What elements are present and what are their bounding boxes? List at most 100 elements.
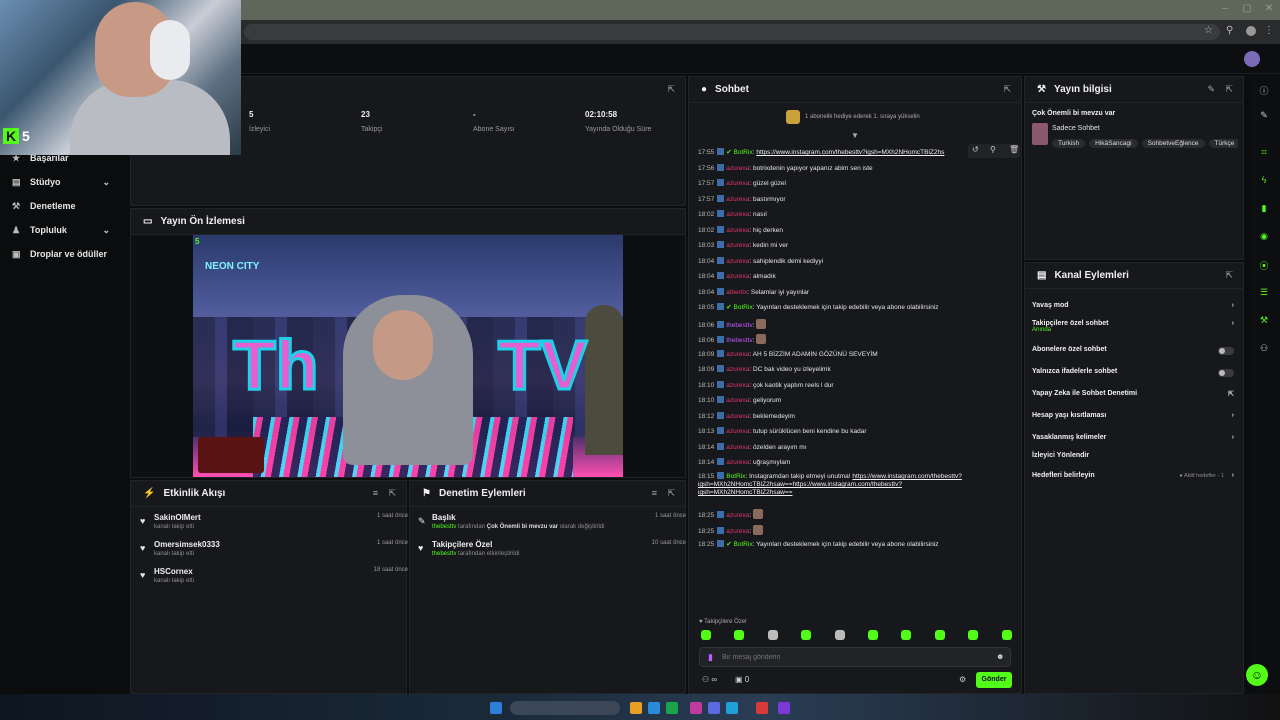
emote-icon[interactable] bbox=[767, 630, 778, 640]
channel-action-item[interactable]: İzleyici Yönlendir bbox=[1032, 452, 1242, 468]
stream-preview[interactable]: NEON CITY Th TV 5 bbox=[193, 235, 623, 477]
app-icon[interactable] bbox=[756, 702, 768, 714]
chat-username[interactable]: azurexa bbox=[726, 258, 749, 265]
moderation-user[interactable]: thebesttv bbox=[432, 551, 456, 557]
app-icon[interactable] bbox=[648, 702, 660, 714]
chat-username[interactable]: azurexa bbox=[726, 273, 749, 280]
chat-username[interactable]: azurexa bbox=[726, 413, 749, 420]
expand-icon[interactable]: ⇱ bbox=[667, 84, 675, 95]
emote-icon[interactable] bbox=[734, 630, 745, 640]
settings-icon[interactable]: ⚙ bbox=[959, 675, 966, 684]
channel-action-item[interactable]: Takipçilere özel sohbet Anında › bbox=[1032, 320, 1242, 336]
gift-banner[interactable]: 1 abonelik hediye ederek 1. sıraya yükse… bbox=[805, 114, 920, 120]
expand-icon[interactable]: ⇱ bbox=[1225, 84, 1233, 95]
emote-icon[interactable] bbox=[934, 630, 945, 640]
chat-username[interactable]: azurexa bbox=[726, 180, 749, 187]
chat-link[interactable]: igsh=MXh2NHomcTBlZ2hsaw==https://www.ins… bbox=[698, 481, 902, 488]
maximize-icon[interactable]: ▢ bbox=[1240, 3, 1254, 17]
chat-username[interactable]: BotRix bbox=[726, 473, 745, 480]
tag[interactable]: SohbetveEğlence bbox=[1141, 139, 1205, 148]
chat-username[interactable]: azurexa bbox=[726, 512, 749, 519]
edit-icon[interactable]: ✎ bbox=[1207, 84, 1215, 95]
expand-icon[interactable]: ⇱ bbox=[388, 488, 396, 499]
wrench-icon[interactable]: ⚒ bbox=[1258, 315, 1270, 327]
emote-icon[interactable] bbox=[968, 630, 979, 640]
chat-username[interactable]: azurexa bbox=[726, 351, 749, 358]
close-icon[interactable]: ✕ bbox=[1262, 3, 1276, 17]
chat-username[interactable]: BotRix bbox=[734, 149, 753, 156]
channel-action-item[interactable]: Abonelere özel sohbet bbox=[1032, 346, 1242, 362]
chat-link[interactable]: https://www.instagram.com/thebesttv? bbox=[852, 473, 961, 480]
channel-action-item[interactable]: Hedefleri belirleyin ● Aktif hedefler - 1… bbox=[1032, 472, 1242, 488]
chat-username[interactable]: azurexa bbox=[726, 459, 749, 466]
channel-action-item[interactable]: Yasaklanmış kelimeler › bbox=[1032, 434, 1242, 450]
chat-link[interactable]: igsh=MXh2NHomcTBlZ2hsaw== bbox=[698, 489, 792, 496]
app-icon[interactable] bbox=[690, 702, 702, 714]
url-input[interactable] bbox=[244, 24, 1220, 40]
menu-icon[interactable]: ⋮ bbox=[1264, 25, 1274, 36]
app-icon[interactable] bbox=[778, 702, 790, 714]
bolt-icon[interactable]: ϟ bbox=[1258, 175, 1270, 187]
chat-bubble-icon[interactable]: ◉ bbox=[1258, 231, 1270, 243]
avatar[interactable] bbox=[1244, 51, 1260, 67]
chat-username[interactable]: azurexa bbox=[726, 428, 749, 435]
chevron-down-icon[interactable]: ▼ bbox=[851, 131, 859, 140]
chat-username[interactable]: azurexa bbox=[726, 382, 749, 389]
chat-username[interactable]: albertix bbox=[726, 289, 747, 296]
toggle-switch[interactable] bbox=[1218, 347, 1234, 355]
chat-username[interactable]: thebesttv bbox=[726, 337, 752, 344]
channel-action-item[interactable]: Yalnızca ifadelerle sohbet bbox=[1032, 368, 1242, 384]
chat-username[interactable]: azurexa bbox=[726, 444, 749, 451]
chat-username[interactable]: azurexa bbox=[726, 196, 749, 203]
activity-user[interactable]: SakinOlMert bbox=[154, 513, 201, 522]
trash-icon[interactable]: 🗑 bbox=[1009, 145, 1019, 154]
chat-link[interactable]: https://www.instagram.com/thebesttv?igsh… bbox=[756, 149, 944, 156]
star-icon[interactable]: ☆ bbox=[1204, 25, 1213, 36]
chat-username[interactable]: azurexa bbox=[726, 397, 749, 404]
mic-icon[interactable]: ▮ bbox=[708, 652, 713, 663]
toggle-switch[interactable] bbox=[1218, 369, 1234, 377]
users-icon[interactable]: ⚇ ∞ bbox=[702, 675, 717, 684]
start-icon[interactable] bbox=[490, 702, 502, 714]
taskbar-search[interactable] bbox=[510, 701, 620, 715]
emote-icon[interactable] bbox=[834, 630, 845, 640]
users-icon[interactable]: ⚇ bbox=[1258, 343, 1270, 355]
layers-icon[interactable]: ☰ bbox=[1258, 287, 1270, 299]
pencil-icon[interactable]: ✎ bbox=[1258, 110, 1270, 122]
emote-icon[interactable] bbox=[801, 630, 812, 640]
chat-username[interactable]: azurexa bbox=[726, 165, 749, 172]
emoji-icon[interactable]: ☻ bbox=[996, 652, 1004, 661]
extension-icon[interactable]: ⚲ bbox=[1226, 25, 1233, 36]
points-box[interactable]: ▣ 0 bbox=[735, 675, 749, 684]
sidebar-item-denetleme[interactable]: ⚒ Denetleme bbox=[12, 197, 76, 215]
info-icon[interactable]: ⓘ bbox=[1258, 84, 1270, 96]
app-icon[interactable] bbox=[630, 702, 642, 714]
expand-icon[interactable]: ⇱ bbox=[1003, 84, 1011, 95]
chat-input[interactable] bbox=[722, 651, 982, 663]
chat-username[interactable]: azurexa bbox=[726, 227, 749, 234]
sidebar-item-topluluk[interactable]: ♟ Topluluk ⌄ bbox=[12, 221, 122, 239]
crop-icon[interactable]: ⌗ bbox=[1258, 147, 1270, 159]
sidebar-item-studyo[interactable]: ▤ Stüdyo ⌄ bbox=[12, 173, 122, 191]
chat-username[interactable]: thebesttv bbox=[726, 322, 752, 329]
emote-icon[interactable] bbox=[1001, 630, 1012, 640]
activity-user[interactable]: HSCornex bbox=[154, 567, 193, 576]
send-button[interactable]: Gönder bbox=[976, 672, 1012, 688]
emote-icon[interactable] bbox=[901, 630, 912, 640]
tag[interactable]: Turkish bbox=[1052, 139, 1086, 148]
app-icon[interactable] bbox=[666, 702, 678, 714]
channel-action-item[interactable]: Hesap yaşı kısıtlaması › bbox=[1032, 412, 1242, 428]
tag[interactable]: Türkçe bbox=[1208, 139, 1238, 148]
tag[interactable]: HikâSancagi bbox=[1089, 139, 1138, 148]
expand-icon[interactable]: ⇱ bbox=[1225, 270, 1233, 281]
emote-icon[interactable] bbox=[868, 630, 878, 640]
chat-username[interactable]: azurexa bbox=[726, 528, 749, 535]
broadcast-icon[interactable]: ⦿ bbox=[1258, 259, 1270, 271]
sidebar-item-droplar[interactable]: ▣ Droplar ve ödüller bbox=[12, 245, 107, 263]
profile-icon[interactable] bbox=[1246, 26, 1256, 36]
expand-icon[interactable]: ⇱ bbox=[667, 488, 675, 499]
app-icon[interactable] bbox=[726, 702, 738, 714]
filter-icon[interactable]: ≡ bbox=[373, 488, 378, 498]
moderation-user[interactable]: thebesttv bbox=[432, 524, 456, 530]
chat-username[interactable]: azurexa bbox=[726, 211, 749, 218]
